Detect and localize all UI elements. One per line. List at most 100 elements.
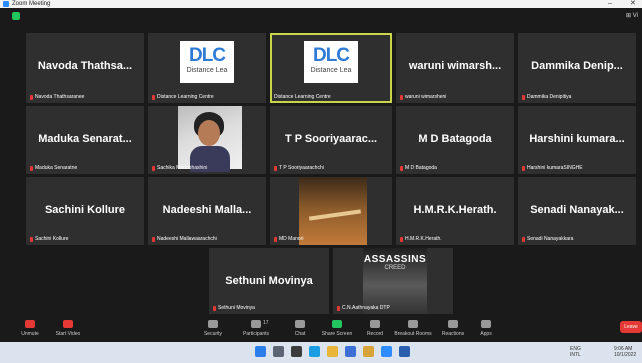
muted-mic-icon <box>522 94 525 100</box>
participant-tile[interactable]: DLC Distance Lea Distance Learning Centre <box>148 33 266 103</box>
participant-name: Dammika Denip... <box>531 60 623 72</box>
participant-tile[interactable]: ASSASSINS CREED C.N.Aathnayaka DTP <box>333 248 453 314</box>
start-video-button[interactable]: Start Video <box>48 320 88 337</box>
participant-name: Sethuni Movinya <box>225 275 313 287</box>
breakout-rooms-button[interactable]: Breakout Rooms <box>393 320 433 337</box>
participant-label: Harshini kumaraSINGHE <box>522 165 583 171</box>
participant-name: M D Batagoda <box>418 133 492 145</box>
participant-label: Distance Learning Centre <box>152 94 214 100</box>
chat-icon <box>295 320 305 328</box>
participants-count: 17 <box>263 320 269 326</box>
muted-mic-icon <box>274 165 277 171</box>
muted-mic-icon <box>400 236 403 242</box>
participant-name: Harshini kumara... <box>529 133 625 145</box>
muted-mic-icon <box>522 236 525 242</box>
mic-muted-icon <box>25 320 35 328</box>
participant-video <box>299 177 367 245</box>
share-screen-button[interactable]: Share Screen <box>317 320 357 337</box>
muted-mic-icon <box>337 305 340 311</box>
reactions-icon <box>448 320 458 328</box>
window-titlebar: Zoom Meeting – ✕ <box>0 0 642 8</box>
apps-icon <box>481 320 491 328</box>
participants-icon <box>251 320 261 328</box>
participant-tile[interactable]: Senadi Nanayak... Senadi Nanayakkara <box>518 177 636 245</box>
chat-button[interactable]: Chat <box>280 320 320 337</box>
participant-name: Nadeeshi Malla... <box>162 204 252 216</box>
participant-tile[interactable]: Dammika Denip... Dammika Denipitiya <box>518 33 636 103</box>
share-screen-icon <box>332 320 342 328</box>
participant-tile[interactable]: Harshini kumara... Harshini kumaraSINGHE <box>518 106 636 174</box>
active-speaker-tile[interactable]: DLC Distance Lea Distance Learning Centre <box>270 33 392 103</box>
participant-name: T P Sooriyaarac... <box>284 133 378 145</box>
participant-label: Sethuni Movinya <box>213 305 255 311</box>
participant-name: H.M.R.K.Herath. <box>413 204 497 216</box>
participant-tile[interactable]: Maduka Senarat... Maduka Senaratne <box>26 106 144 174</box>
task-view-icon[interactable] <box>291 346 302 357</box>
participant-label: Distance Learning Centre <box>274 94 331 100</box>
windows-taskbar <box>0 342 642 363</box>
close-button[interactable]: ✕ <box>630 0 636 8</box>
participant-label: M D Batagoda <box>400 165 437 171</box>
view-button[interactable]: ⊞ Vi <box>626 12 638 19</box>
participant-label: Sachini Kollure <box>30 236 68 242</box>
record-icon <box>370 320 380 328</box>
participant-tile[interactable]: T P Sooriyaarac... T P Sooriyaarachchi <box>270 106 392 174</box>
participant-tile[interactable]: Sachika Madubhashini <box>148 106 266 174</box>
security-icon <box>208 320 218 328</box>
start-icon[interactable] <box>255 346 266 357</box>
participant-name: Navoda Thathsa... <box>37 60 133 72</box>
participant-name: waruni wimarsh... <box>408 60 502 72</box>
participant-tile[interactable]: Navoda Thathsa... Navoda Thathsaranee <box>26 33 144 103</box>
minimize-button[interactable]: – <box>608 0 612 8</box>
meeting-topbar <box>0 8 642 24</box>
file-explorer-icon[interactable] <box>327 346 338 357</box>
participant-tile[interactable]: MD Manori <box>270 177 392 245</box>
participant-label: C.N.Aathnayaka DTP <box>337 305 390 311</box>
participant-tile[interactable]: M D Batagoda M D Batagoda <box>396 106 514 174</box>
unmute-button[interactable]: Unmute <box>10 320 50 337</box>
participant-name: Senadi Nanayak... <box>530 204 624 216</box>
security-shield-icon[interactable] <box>12 12 20 20</box>
word-icon[interactable] <box>399 346 410 357</box>
participant-label: T P Sooriyaarachchi <box>274 165 324 171</box>
record-button[interactable]: Record <box>355 320 395 337</box>
participant-tile[interactable]: Sachini Kollure Sachini Kollure <box>26 177 144 245</box>
muted-mic-icon <box>213 305 216 311</box>
muted-mic-icon <box>30 236 33 242</box>
language-indicator[interactable]: ENG INTL <box>570 346 581 358</box>
muted-mic-icon <box>152 165 155 171</box>
participants-button[interactable]: Participants <box>236 320 276 337</box>
participant-label: Senadi Nanayakkara <box>522 236 573 242</box>
store-icon[interactable] <box>345 346 356 357</box>
participant-tile[interactable]: H.M.R.K.Herath. H.M.R.K.Herath. <box>396 177 514 245</box>
apps-button[interactable]: Apps <box>466 320 506 337</box>
participant-label: Dammika Denipitiya <box>522 94 571 100</box>
muted-mic-icon <box>152 94 155 100</box>
participant-label: Nadeeshi Mallawaarachchi <box>152 236 217 242</box>
participant-label: MD Manori <box>274 236 303 242</box>
edge-icon[interactable] <box>309 346 320 357</box>
muted-mic-icon <box>30 94 33 100</box>
participant-tile[interactable]: Sethuni Movinya Sethuni Movinya <box>209 248 329 314</box>
participant-tile[interactable]: Nadeeshi Malla... Nadeeshi Mallawaarachc… <box>148 177 266 245</box>
dlc-logo: DLC Distance Lea <box>180 41 234 83</box>
window-title: Zoom Meeting <box>12 1 51 7</box>
breakout-rooms-icon <box>408 320 418 328</box>
participant-video <box>178 106 242 172</box>
participant-label: H.M.R.K.Herath. <box>400 236 442 242</box>
participant-label: waruni wimarsheni <box>400 94 446 100</box>
muted-mic-icon <box>152 236 155 242</box>
participant-tile[interactable]: waruni wimarsh... waruni wimarsheni <box>396 33 514 103</box>
chrome-icon[interactable] <box>363 346 374 357</box>
muted-mic-icon <box>30 165 33 171</box>
participant-label: Sachika Madubhashini <box>152 165 207 171</box>
muted-mic-icon <box>522 165 525 171</box>
zoom-taskbar-icon[interactable] <box>381 346 392 357</box>
search-icon[interactable] <box>273 346 284 357</box>
leave-button[interactable]: Leave <box>620 321 642 333</box>
participant-label: Maduka Senaratne <box>30 165 77 171</box>
security-button[interactable]: Security <box>193 320 233 337</box>
participant-name: Maduka Senarat... <box>38 133 132 145</box>
clock[interactable]: 9:06 AM 10/1/2022 <box>614 346 636 358</box>
muted-mic-icon <box>400 94 403 100</box>
